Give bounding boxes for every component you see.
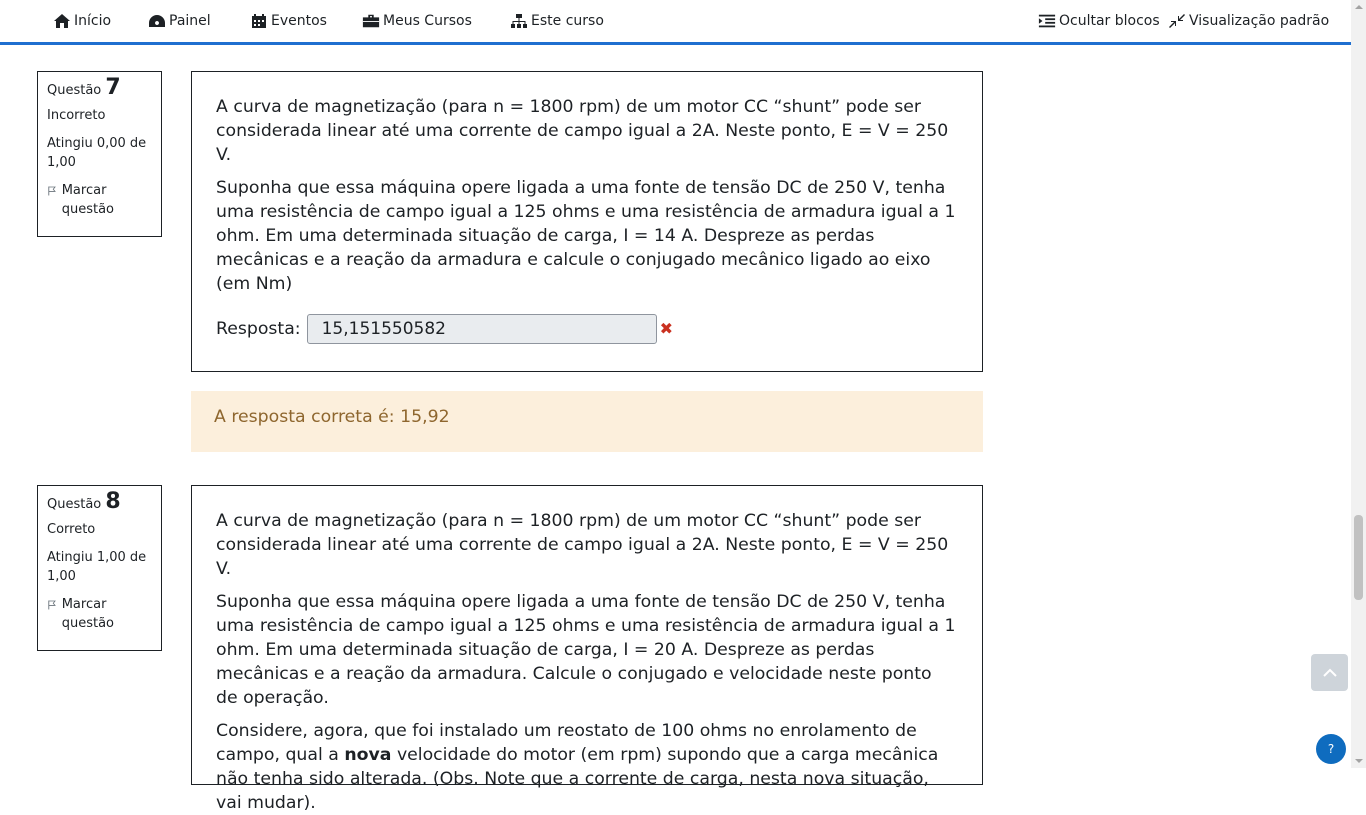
flag-question-link[interactable]: Marcar questão (47, 181, 152, 219)
flag-icon (48, 186, 56, 196)
chevron-up-icon (1322, 668, 1337, 677)
question-number: 7 (105, 75, 121, 100)
incorrect-icon: ✖ (659, 319, 674, 338)
right-answer-feedback: A resposta correta é: 15,92 (191, 391, 983, 452)
nav-dashboard[interactable]: Painel (148, 11, 211, 31)
question-8-info: Questão 8 Correto Atingiu 1,00 de 1,00 M… (37, 485, 162, 651)
help-button[interactable]: ? (1316, 734, 1346, 764)
flag-question-link[interactable]: Marcar questão (47, 595, 152, 633)
hide-blocks-label: Ocultar blocos (1059, 13, 1160, 29)
nav-events-label: Eventos (271, 13, 327, 29)
nav-dashboard-label: Painel (169, 13, 211, 29)
question-number: 8 (105, 489, 121, 514)
question-grade: Atingiu 1,00 de 1,00 (47, 550, 147, 584)
question-text-bold: nova (344, 745, 392, 765)
answer-label: Resposta: (216, 319, 301, 339)
sitemap-icon (511, 14, 527, 28)
outdent-icon (1038, 14, 1056, 28)
question-number-line: Questão 8 (47, 489, 152, 514)
nav-home[interactable]: Início (53, 11, 111, 31)
question-text: A curva de magnetização (para n = 1800 r… (216, 97, 949, 165)
nav-home-label: Início (74, 13, 112, 29)
scroll-down-arrow-icon[interactable] (1351, 754, 1366, 768)
question-8-content: A curva de magnetização (para n = 1800 r… (191, 485, 983, 813)
nav-events[interactable]: Eventos (250, 11, 327, 31)
scroll-up-arrow-icon[interactable] (1351, 0, 1366, 14)
flag-question-label: Marcar questão (61, 597, 114, 631)
flag-icon (48, 600, 56, 610)
question-grade: Atingiu 0,00 de 1,00 (47, 136, 147, 170)
top-navbar: Início Painel Eventos Meus Cursos Este c… (0, 0, 1351, 45)
compress-icon (1169, 14, 1185, 28)
question-7-content: A curva de magnetização (para n = 1800 r… (191, 71, 983, 372)
question-text: A curva de magnetização (para n = 1800 r… (216, 511, 949, 579)
nav-my-courses-label: Meus Cursos (383, 13, 472, 29)
question-label: Questão (47, 83, 102, 98)
question-number-line: Questão 7 (47, 75, 152, 100)
standard-view-button[interactable]: Visualização padrão (1168, 11, 1329, 31)
question-state: Correto (47, 522, 96, 537)
back-to-top-button[interactable] (1311, 654, 1348, 691)
flag-question-label: Marcar questão (61, 183, 114, 217)
question-text: Suponha que essa máquina opere ligada a … (216, 592, 956, 708)
question-text: Considere, agora, que foi instalado um r… (216, 719, 958, 815)
nav-my-courses[interactable]: Meus Cursos (362, 11, 472, 31)
nav-this-course[interactable]: Este curso (510, 11, 604, 31)
question-7-info: Questão 7 Incorreto Atingiu 0,00 de 1,00… (37, 71, 162, 237)
answer-row: Resposta: ✖ (216, 314, 673, 344)
dashboard-icon (149, 15, 165, 27)
vertical-scrollbar[interactable] (1351, 0, 1366, 768)
nav-this-course-label: Este curso (531, 13, 604, 29)
standard-view-label: Visualização padrão (1189, 13, 1330, 29)
home-icon (54, 14, 70, 28)
question-state: Incorreto (47, 108, 106, 123)
answer-input[interactable] (306, 314, 657, 344)
hide-blocks-button[interactable]: Ocultar blocos (1038, 11, 1160, 31)
question-label: Questão (47, 497, 102, 512)
question-text: Suponha que essa máquina opere ligada a … (216, 178, 956, 294)
calendar-icon (252, 14, 266, 28)
briefcase-icon (362, 14, 380, 28)
scrollbar-thumb[interactable] (1354, 515, 1363, 600)
